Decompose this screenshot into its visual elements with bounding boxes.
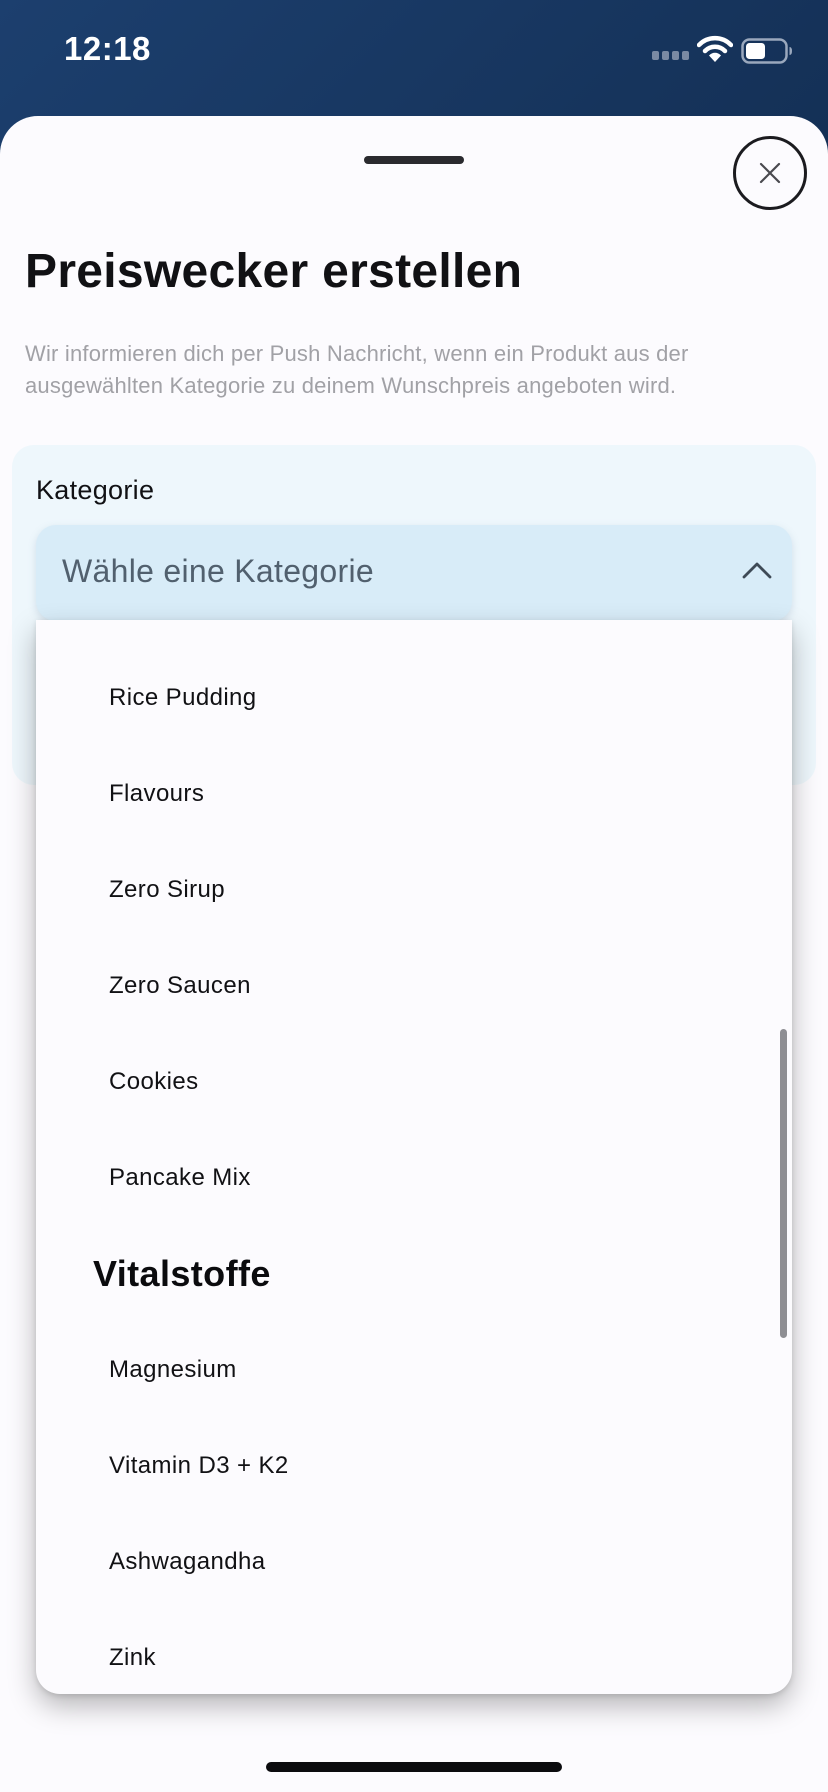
- app-screen: 12:18 Preiswecker erstellen Wir informie…: [0, 0, 828, 1792]
- dropdown-option[interactable]: Zero Sirup: [109, 842, 225, 938]
- dropdown-option[interactable]: Vitamin D3 + K2: [109, 1418, 289, 1514]
- dropdown-option[interactable]: Protein Riegel: [109, 620, 265, 650]
- wifi-icon: [696, 34, 734, 64]
- status-bar: 12:18: [0, 0, 828, 110]
- page-title: Preiswecker erstellen: [25, 245, 523, 298]
- dropdown-group-header: Vitalstoffe: [93, 1253, 271, 1294]
- dropdown-option[interactable]: Cookies: [109, 1034, 199, 1130]
- scrollbar[interactable]: [780, 1029, 787, 1338]
- dropdown-option[interactable]: Magnesium: [109, 1322, 237, 1418]
- dropdown-option[interactable]: Pancake Mix: [109, 1130, 251, 1226]
- dropdown-option[interactable]: Flavours: [109, 746, 204, 842]
- home-indicator: [266, 1762, 562, 1772]
- status-time: 12:18: [64, 30, 151, 67]
- sheet-grabber[interactable]: [364, 156, 464, 164]
- category-select-placeholder: Wähle eine Kategorie: [62, 553, 374, 589]
- category-label: Kategorie: [36, 475, 155, 505]
- chevron-up-icon: [742, 562, 772, 579]
- close-icon: [759, 162, 781, 184]
- battery-icon: [741, 38, 793, 64]
- category-select[interactable]: Wähle eine Kategorie: [36, 525, 792, 621]
- sheet-description: Wir informieren dich per Push Nachricht,…: [25, 341, 689, 398]
- dropdown-option[interactable]: Rice Pudding: [109, 650, 257, 746]
- dropdown-option[interactable]: Zero Saucen: [109, 938, 251, 1034]
- dropdown-option[interactable]: Zink: [109, 1610, 156, 1694]
- close-button[interactable]: [733, 136, 807, 210]
- cellular-signal-icon: [652, 51, 690, 61]
- category-dropdown-list[interactable]: Protein RiegelRice PuddingFlavoursZero S…: [36, 620, 792, 1694]
- dropdown-option[interactable]: Ashwagandha: [109, 1514, 266, 1610]
